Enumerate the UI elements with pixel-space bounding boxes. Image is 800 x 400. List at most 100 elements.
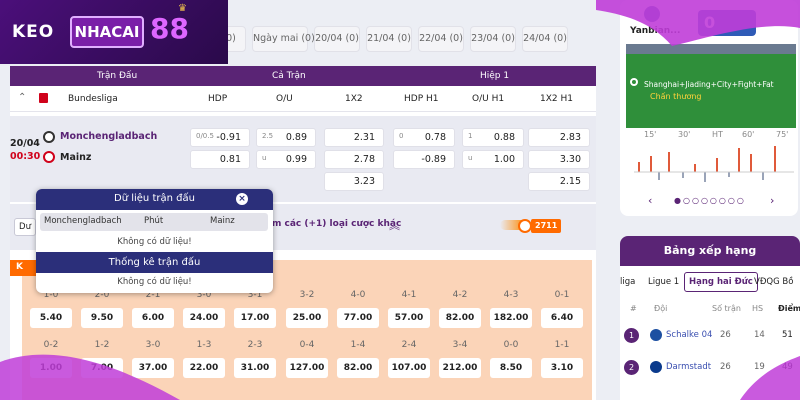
logo-text-nhacai: NHACAI (70, 16, 144, 48)
odds-value: 3.23 (353, 176, 375, 187)
chevron-up-icon[interactable]: ︽ (389, 217, 400, 233)
score-odds-button[interactable]: 8.50 (490, 358, 532, 378)
odds-value: 0.89 (285, 132, 307, 143)
odds-hdp-away[interactable]: 0.81 (190, 150, 250, 169)
odds-hdp-h1-away[interactable]: -0.89 (393, 150, 455, 169)
away-team-name[interactable]: Mainz (60, 152, 91, 163)
league-row[interactable]: ⌃ Bundesliga HDP O/U 1X2 HDP H1 O/U H1 1… (10, 86, 596, 112)
date-tab-2104[interactable]: 21/04 (0) (366, 26, 412, 52)
score-odds-button[interactable]: 6.40 (541, 308, 583, 328)
score-label: 2-4 (401, 340, 417, 350)
odds-1x2-h1-home[interactable]: 2.83 (528, 128, 590, 147)
home-team-name[interactable]: Monchengladbach (60, 131, 157, 142)
collapse-icon[interactable]: ⌃ (18, 92, 26, 103)
score-odds-button[interactable]: 24.00 (183, 308, 225, 328)
rank-badge: 1 (624, 328, 639, 343)
points: 49 (782, 362, 793, 372)
odds-1x2-h1-away[interactable]: 3.30 (528, 150, 590, 169)
home-team-icon (43, 131, 55, 143)
score-odds-button[interactable]: 7.00 (81, 358, 123, 378)
score-odds-button[interactable]: 5.40 (30, 308, 72, 328)
table-header: Trận Đấu Cả Trận Hiệp 1 (10, 66, 596, 86)
timeline-label: 15' (644, 130, 657, 139)
tab-hang-hai-duc[interactable]: Hạng hai Đức (684, 272, 758, 292)
col-1x2: 1X2 (345, 94, 363, 104)
odds-hdp-home[interactable]: 0/0.5 -0.91 (190, 128, 250, 147)
odds-1x2-away[interactable]: 2.78 (324, 150, 384, 169)
more-bets-link[interactable]: m các (+1) loại cược khác (272, 219, 401, 229)
popup-header: Dữ liệu trận đấu × (36, 189, 273, 210)
odds-value: 3.30 (559, 154, 581, 165)
score-label: 4-3 (503, 290, 519, 300)
standings-tabs: liga Ligue 1 Hạng hai Đức VĐQG Bồ (620, 272, 800, 294)
odds-under[interactable]: u 0.99 (256, 150, 316, 169)
score-odds-button[interactable]: 9.50 (81, 308, 123, 328)
date-tab-2404[interactable]: 24/04 (0) (522, 26, 568, 52)
score-label: 0-0 (503, 340, 519, 350)
col-1x2-h1: 1X2 H1 (540, 94, 573, 104)
score-label: 0-4 (299, 340, 315, 350)
score-odds-button[interactable]: 212.00 (439, 358, 481, 378)
odds-over-h1[interactable]: 1 0.88 (462, 128, 524, 147)
date-tab-2204[interactable]: 22/04 (0) (418, 26, 464, 52)
close-icon[interactable]: × (236, 193, 248, 205)
col-hdp: HDP (208, 94, 228, 104)
date-tab-2304[interactable]: 23/04 (0) (470, 26, 516, 52)
odds-over[interactable]: 2.5 0.89 (256, 128, 316, 147)
score-label: 0-1 (554, 290, 570, 300)
away-team-icon (43, 151, 55, 163)
col-ou-h1: O/U H1 (472, 94, 505, 104)
score-odds-button[interactable]: 37.00 (132, 358, 174, 378)
odds-hdp-h1-home[interactable]: 0 0.78 (393, 128, 455, 147)
odds-1x2-draw[interactable]: 3.23 (324, 172, 384, 191)
odds-under-h1[interactable]: u 1.00 (462, 150, 524, 169)
popup-empty-2: Không có dữ liệu! (117, 277, 192, 287)
popup-empty-1: Không có dữ liệu! (117, 237, 192, 247)
carousel-dots[interactable]: ●○○○○○○○ (674, 196, 746, 205)
score-odds-button[interactable]: 25.00 (286, 308, 328, 328)
tab-vdqg-bo[interactable]: VĐQG Bồ (754, 277, 793, 287)
event-marker-icon (630, 78, 638, 86)
points: 51 (782, 330, 793, 340)
data-button[interactable]: Dư (14, 218, 36, 236)
score-odds-button[interactable]: 82.00 (439, 308, 481, 328)
score-odds-button[interactable]: 57.00 (388, 308, 430, 328)
tab-liga[interactable]: liga (620, 277, 635, 287)
carousel-prev-icon[interactable]: ‹ (648, 194, 652, 207)
tab-ligue1[interactable]: Ligue 1 (648, 277, 679, 287)
score-odds-button[interactable]: 182.00 (490, 308, 532, 328)
right-sidebar: Yanbian... 0 Shanghai+Jiading+City+Fight… (606, 0, 800, 400)
fire-ball-badge[interactable]: 2711 (498, 216, 562, 236)
popup-col-away: Mainz (210, 216, 235, 226)
score-odds-button[interactable]: 6.00 (132, 308, 174, 328)
score-odds-button[interactable]: 31.00 (234, 358, 276, 378)
team-crest-icon (644, 6, 660, 22)
odds-1x2-home[interactable]: 2.31 (324, 128, 384, 147)
odds-value: -0.89 (421, 154, 446, 165)
score-odds-button[interactable]: 127.00 (286, 358, 328, 378)
score-odds-button[interactable]: 3.10 (541, 358, 583, 378)
brand-logo[interactable]: KEO NHACAI 88 ♛ (0, 0, 228, 64)
darmstadt-crest-icon (650, 361, 662, 373)
score-odds-button[interactable]: 22.00 (183, 358, 225, 378)
score-odds-button[interactable]: 107.00 (388, 358, 430, 378)
odds-value: 0.81 (219, 154, 241, 165)
odds-line: u (468, 154, 473, 162)
score-odds-button[interactable]: 82.00 (337, 358, 379, 378)
score-odds-button[interactable]: 77.00 (337, 308, 379, 328)
date-tab-2004[interactable]: 20/04 (0) (314, 26, 360, 52)
odds-value: -0.91 (216, 132, 241, 143)
stadium-roof (626, 44, 796, 54)
col-ou: O/U (276, 94, 293, 104)
odds-1x2-h1-draw[interactable]: 2.15 (528, 172, 590, 191)
carousel-next-icon[interactable]: › (770, 194, 774, 207)
table-row[interactable]: 2 Darmstadt 26 19 49 (620, 358, 800, 380)
score-odds-button[interactable]: 17.00 (234, 308, 276, 328)
bets-count-badge: 2711 (531, 219, 562, 233)
score-odds-button[interactable]: 1.00 (30, 358, 72, 378)
score-label: 1-4 (350, 340, 366, 350)
date-tab-tomorrow[interactable]: Ngày mai (0) (252, 26, 315, 52)
table-row[interactable]: 1 Schalke 04 26 14 51 (620, 326, 800, 348)
odds-value: 2.15 (559, 176, 581, 187)
timeline-label: 75' (776, 130, 789, 139)
